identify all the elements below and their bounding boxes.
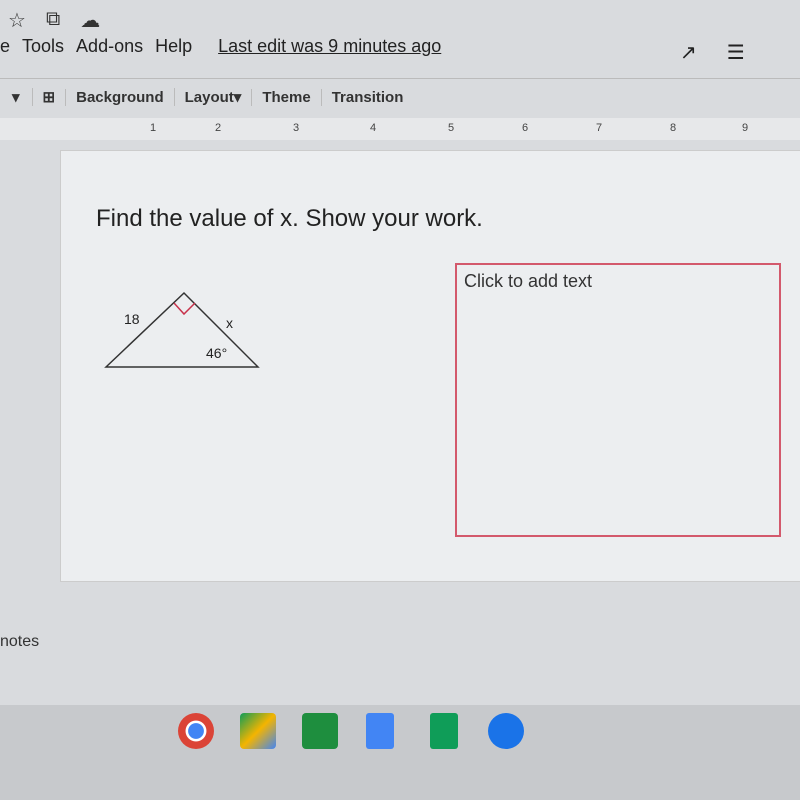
menu-file-partial[interactable]: e	[0, 36, 10, 57]
triangle-shape	[104, 291, 260, 368]
transition-button[interactable]: Transition	[320, 88, 414, 106]
move-to-folder-icon[interactable]: ⧉	[46, 8, 60, 33]
speaker-notes-label[interactable]: notes	[0, 633, 39, 651]
right-angle-mark	[173, 302, 196, 316]
menu-tools[interactable]: Tools	[22, 36, 64, 57]
side-label-18: 18	[124, 311, 140, 327]
activity-icon[interactable]: ↗	[680, 40, 697, 65]
textbox-placeholder: Click to add text	[464, 271, 593, 291]
answer-textbox[interactable]: Click to add text	[455, 263, 781, 537]
menu-bar: e Tools Add-ons Help Last edit was 9 min…	[0, 36, 441, 57]
ruler[interactable]: 1 2 3 4 5 6 7 8 9	[0, 118, 800, 140]
ruler-mark: 8	[670, 122, 677, 134]
cloud-saved-icon: ☁	[80, 10, 101, 32]
ruler-mark: 7	[596, 122, 603, 134]
comments-icon[interactable]: ☰	[727, 40, 745, 65]
ruler-mark: 9	[742, 122, 749, 134]
header-actions: ↗ ☰	[680, 40, 745, 65]
layout-button[interactable]: Layout▾	[173, 88, 252, 106]
menu-addons[interactable]: Add-ons	[76, 36, 143, 57]
toolbar: ▾ ⊞ Background Layout▾ Theme Transition	[0, 78, 800, 115]
ruler-mark: 3	[293, 122, 300, 134]
star-icon[interactable]: ☆	[8, 8, 26, 33]
background-button[interactable]: Background	[65, 88, 174, 106]
ruler-mark: 4	[370, 122, 377, 134]
sheets-icon[interactable]	[430, 713, 458, 749]
menu-help[interactable]: Help	[155, 36, 192, 57]
side-label-x: x	[226, 315, 233, 331]
angle-label: 46°	[206, 345, 227, 361]
add-comment-icon[interactable]: ⊞	[31, 88, 66, 106]
chrome-icon[interactable]	[178, 713, 214, 749]
os-shelf	[0, 705, 800, 800]
ruler-mark: 2	[215, 122, 222, 134]
files-icon[interactable]	[488, 713, 524, 749]
theme-button[interactable]: Theme	[251, 88, 320, 106]
ruler-mark: 1	[150, 122, 157, 134]
dropdown-arrow-icon[interactable]: ▾	[0, 88, 32, 106]
last-edit-link[interactable]: Last edit was 9 minutes ago	[218, 36, 441, 57]
ruler-mark: 5	[448, 122, 455, 134]
triangle-diagram: 18 x 46°	[104, 291, 260, 368]
question-text[interactable]: Find the value of x. Show your work.	[96, 205, 483, 233]
layout-label: Layout	[184, 89, 234, 106]
google-drive-icon[interactable]	[240, 713, 276, 749]
classroom-icon[interactable]	[302, 713, 338, 749]
ruler-mark: 6	[522, 122, 529, 134]
doc-title-icons: ☆ ⧉ ☁	[8, 8, 100, 33]
docs-icon[interactable]	[366, 713, 394, 749]
